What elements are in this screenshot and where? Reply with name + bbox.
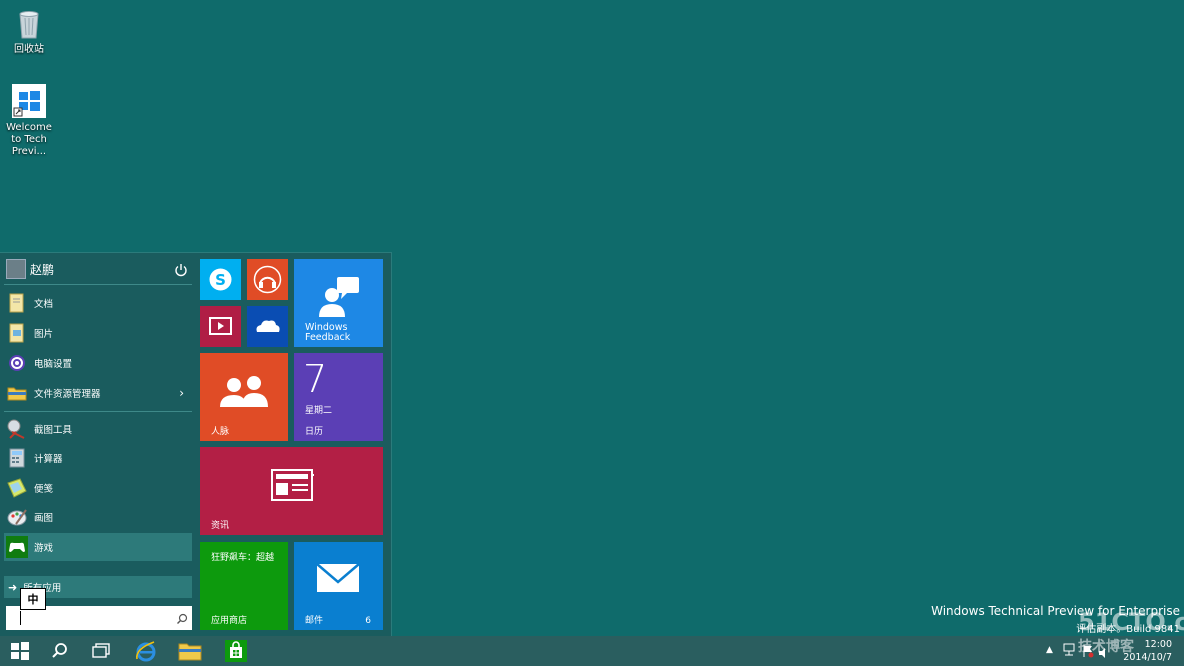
file-explorer-button[interactable]	[170, 636, 210, 666]
tile-store[interactable]: 狂野飙车：超越 应用商店	[200, 542, 288, 630]
menu-item-file-explorer[interactable]: 文件资源管理器 ›	[4, 379, 192, 407]
menu-item-games[interactable]: 游戏	[4, 533, 192, 561]
menu-item-label: 游戏	[34, 543, 54, 554]
menu-item-snipping-tool[interactable]: 截图工具	[4, 415, 192, 443]
menu-item-label: 便笺	[34, 484, 54, 495]
tile-mail[interactable]: 邮件 6	[294, 542, 383, 630]
start-menu: 赵鹏 文档 图片 电脑设置 文件资源管理器 › 截图工具 计算器 便笺 画图 游…	[0, 252, 392, 637]
document-folder-icon	[6, 292, 28, 314]
store-bag-icon	[225, 640, 247, 662]
site-watermark-logo: 51CTO.com	[1078, 608, 1184, 636]
headphones-icon	[253, 265, 282, 294]
tile-windows-feedback[interactable]: Windows Feedback	[294, 259, 383, 347]
tile-people[interactable]: 人脉	[200, 353, 288, 441]
task-view-button[interactable]	[81, 636, 121, 666]
mail-icon	[316, 563, 360, 592]
welcome-label: Welcome to Tech Previ...	[6, 122, 52, 157]
menu-item-label: 画图	[34, 513, 54, 524]
recycle-bin-icon	[12, 6, 46, 40]
calendar-day: 7	[303, 357, 328, 401]
menu-item-label: 截图工具	[34, 425, 73, 436]
chevron-right-icon[interactable]: ›	[179, 386, 184, 400]
menu-item-paint[interactable]: 画图	[4, 503, 192, 531]
menu-item-pictures[interactable]: 图片	[4, 319, 192, 347]
tile-music[interactable]	[247, 259, 288, 300]
text-cursor	[20, 611, 21, 625]
menu-item-label: 计算器	[34, 454, 63, 465]
windows-logo-icon	[11, 642, 29, 660]
start-left-pane: 赵鹏 文档 图片 电脑设置 文件资源管理器 › 截图工具 计算器 便笺 画图 游…	[4, 253, 192, 637]
store-button[interactable]	[216, 636, 256, 666]
paint-palette-icon	[6, 506, 28, 528]
newspaper-icon	[271, 469, 314, 501]
tile-calendar[interactable]: 7 星期二 日历	[294, 353, 383, 441]
divider	[4, 284, 192, 285]
tile-onedrive[interactable]	[247, 306, 288, 347]
internet-explorer-button[interactable]	[126, 636, 166, 666]
search-icon	[52, 643, 67, 658]
svg-text:S: S	[215, 271, 226, 289]
avatar	[6, 259, 26, 279]
feedback-icon	[319, 277, 359, 317]
pictures-folder-icon	[6, 322, 28, 344]
network-icon[interactable]	[1062, 642, 1076, 662]
start-button[interactable]	[0, 636, 40, 666]
folder-icon	[6, 382, 28, 404]
tile-label: 人脉	[211, 427, 230, 437]
tile-label: Windows Feedback	[305, 322, 351, 343]
internet-explorer-icon	[136, 641, 156, 662]
video-icon	[209, 317, 232, 335]
gear-icon	[6, 352, 28, 374]
menu-item-label: 文档	[34, 299, 54, 310]
calendar-weekday: 星期二	[305, 406, 333, 416]
tile-label: 资讯	[211, 521, 230, 531]
store-promo-text: 狂野飙车：超越	[211, 553, 275, 563]
people-icon	[220, 376, 268, 407]
menu-item-label: 电脑设置	[34, 359, 73, 370]
taskbar: ▲ 12:00 2014/10/7	[0, 636, 1184, 666]
windows-logo-icon	[12, 84, 46, 118]
tile-video[interactable]	[200, 306, 241, 347]
task-view-icon	[92, 643, 110, 658]
user-account[interactable]: 赵鹏	[4, 257, 192, 281]
welcome-desktop-icon[interactable]: Welcome to Tech Previ...	[0, 84, 58, 158]
calculator-icon	[6, 447, 28, 469]
tile-label: 应用商店	[211, 616, 248, 626]
search-input[interactable]: 中	[6, 588, 192, 630]
site-watermark-subtitle: 技术博客	[1078, 639, 1134, 655]
recycle-bin-desktop-icon[interactable]: 回收站	[0, 6, 58, 56]
power-icon[interactable]	[174, 262, 188, 277]
tile-label: 邮件	[305, 616, 324, 626]
tile-news[interactable]: 资讯	[200, 447, 383, 535]
menu-item-label: 图片	[34, 329, 54, 340]
skype-icon: S	[209, 268, 232, 291]
folder-icon	[178, 643, 202, 661]
sticky-note-icon	[6, 477, 28, 499]
menu-item-pc-settings[interactable]: 电脑设置	[4, 349, 192, 377]
scissors-icon	[6, 418, 28, 440]
arrow-right-icon: ➜	[8, 580, 18, 594]
recycle-bin-label: 回收站	[14, 44, 44, 55]
user-name: 赵鹏	[30, 262, 55, 277]
tile-skype[interactable]: S	[200, 259, 241, 300]
tile-label: 日历	[305, 427, 324, 437]
search-button[interactable]	[40, 636, 80, 666]
menu-item-documents[interactable]: 文档	[4, 289, 192, 317]
mail-count-badge: 6	[365, 616, 371, 626]
ime-indicator[interactable]: 中	[20, 588, 46, 610]
chevron-up-icon[interactable]: ▲	[1046, 645, 1053, 655]
cloud-icon	[256, 320, 280, 332]
menu-item-calculator[interactable]: 计算器	[4, 444, 192, 472]
gamepad-icon	[6, 536, 28, 558]
divider	[4, 411, 192, 412]
menu-item-sticky-notes[interactable]: 便笺	[4, 474, 192, 502]
search-icon[interactable]	[176, 610, 188, 629]
menu-item-label: 文件资源管理器	[34, 389, 101, 400]
